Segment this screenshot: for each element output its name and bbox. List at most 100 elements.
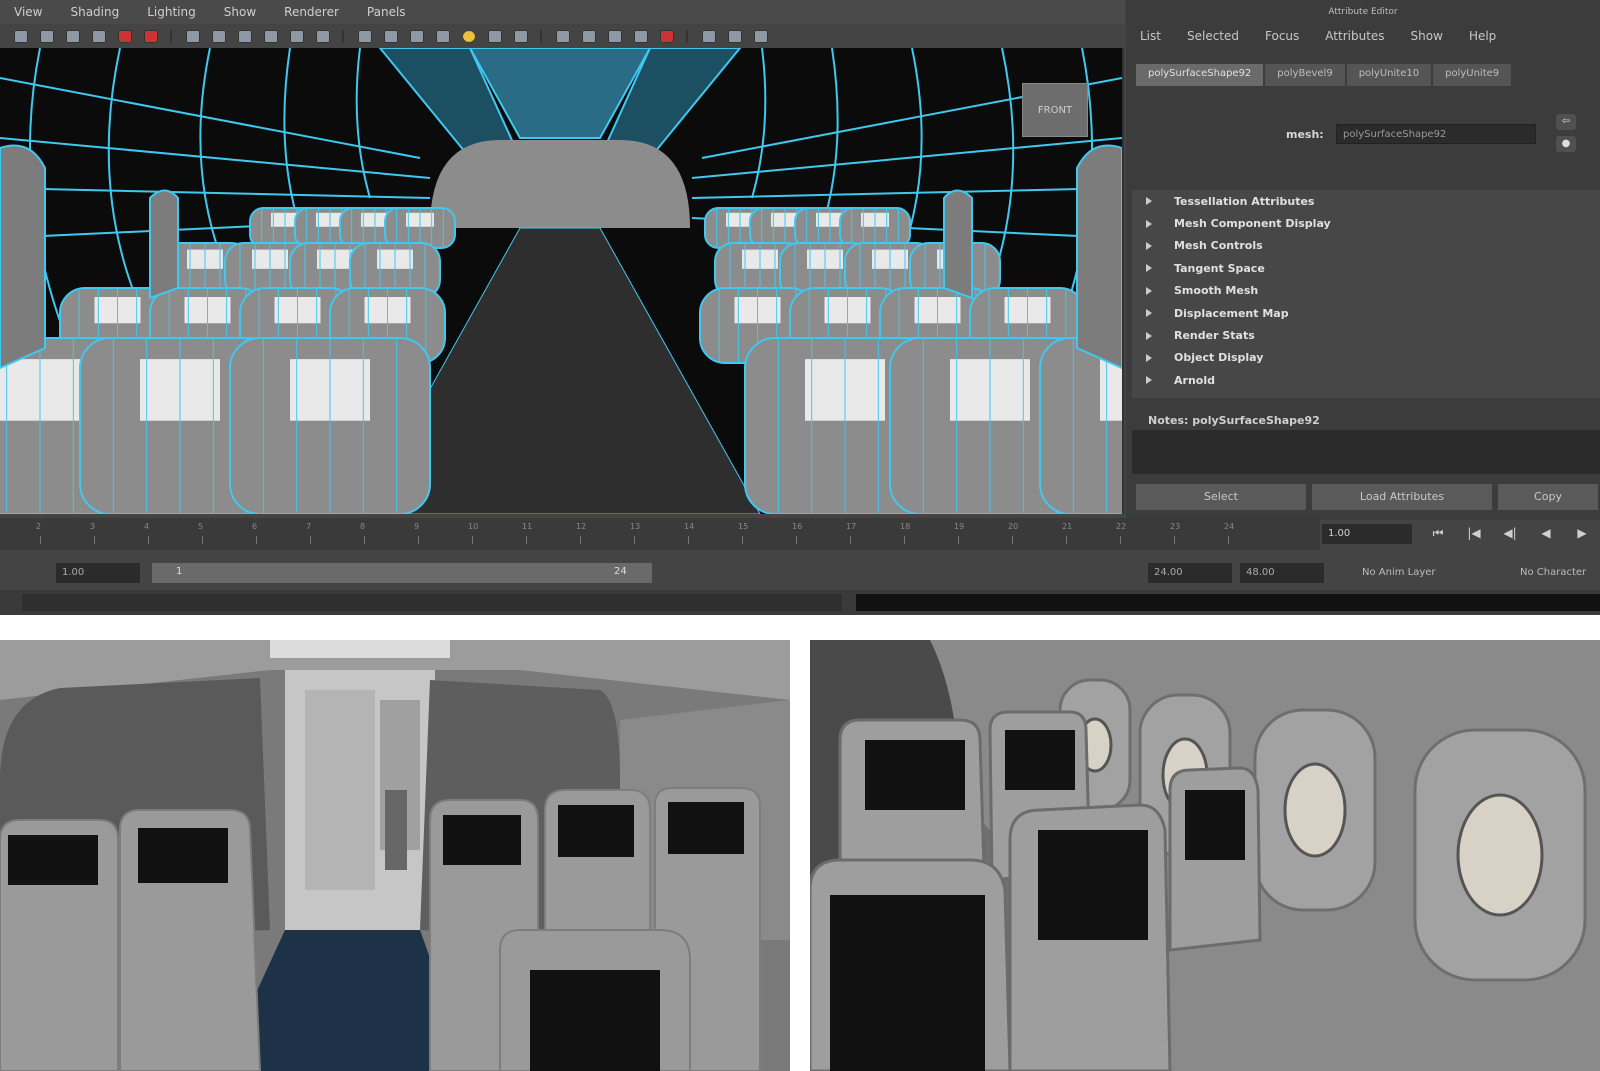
rear-bulkhead xyxy=(430,140,690,228)
menu-view[interactable]: View xyxy=(14,5,42,19)
aisle-render-image xyxy=(0,640,790,1071)
command-input[interactable] xyxy=(22,594,842,611)
safe-action-icon[interactable] xyxy=(290,29,304,43)
exposure-icon[interactable] xyxy=(702,29,716,43)
expand-arrow-icon xyxy=(1146,264,1152,273)
share-icon[interactable] xyxy=(754,29,768,43)
section-mesh-component-display[interactable]: Mesh Component Display xyxy=(1132,212,1600,234)
section-displacement-map[interactable]: Displacement Map xyxy=(1132,302,1600,324)
section-object-display[interactable]: Object Display xyxy=(1132,347,1600,369)
cabin-wireframe-scene xyxy=(0,48,1122,514)
lights-icon[interactable] xyxy=(462,29,476,43)
tab-polyunite9[interactable]: polyUnite9 xyxy=(1433,64,1512,86)
presets-icon[interactable]: ● xyxy=(1556,136,1576,152)
section-arnold[interactable]: Arnold xyxy=(1132,369,1600,391)
load-attributes-button[interactable]: Load Attributes xyxy=(1312,484,1492,510)
menu-show[interactable]: Show xyxy=(1411,29,1443,43)
tab-polysurfaceshape92[interactable]: polySurfaceShape92 xyxy=(1136,64,1264,86)
section-render-stats[interactable]: Render Stats xyxy=(1132,324,1600,346)
xray-components-icon[interactable] xyxy=(634,29,648,43)
section-tessellation-attributes[interactable]: Tessellation Attributes xyxy=(1132,190,1600,212)
menu-show[interactable]: Show xyxy=(224,5,256,19)
notes-label: Notes: polySurfaceShape92 xyxy=(1148,414,1320,427)
menu-panels[interactable]: Panels xyxy=(367,5,406,19)
menu-help[interactable]: Help xyxy=(1469,29,1496,43)
focus-icon[interactable]: ⇦ xyxy=(1556,114,1576,130)
section-label: Tangent Space xyxy=(1174,261,1265,275)
3d-viewport[interactable]: FRONT xyxy=(0,48,1124,514)
viewport-toolbar xyxy=(0,24,1125,48)
image-plane-icon[interactable] xyxy=(92,29,106,43)
frame-tick xyxy=(148,536,149,544)
camera-lock-icon[interactable] xyxy=(660,29,674,43)
view-cube[interactable]: FRONT xyxy=(1022,83,1088,137)
command-line xyxy=(0,590,1600,615)
camera-attributes-icon[interactable] xyxy=(40,29,54,43)
menu-selected[interactable]: Selected xyxy=(1187,29,1239,43)
isolate-select-icon[interactable] xyxy=(556,29,570,43)
frame-tick xyxy=(796,536,797,544)
step-back-key-button[interactable]: |◀ xyxy=(1456,526,1492,541)
frame-tick-label: 23 xyxy=(1170,522,1181,531)
menu-lighting[interactable]: Lighting xyxy=(147,5,196,19)
play-backwards-button[interactable]: ◀ xyxy=(1528,526,1564,541)
expand-arrow-icon xyxy=(1146,353,1152,362)
frame-tick xyxy=(310,536,311,544)
maya-window: View Shading Lighting Show Renderer Pane… xyxy=(0,0,1600,615)
copy-tab-button[interactable]: Copy xyxy=(1498,484,1598,510)
character-set-label[interactable]: No Character xyxy=(1520,567,1586,578)
section-label: Smooth Mesh xyxy=(1174,284,1259,298)
tab-polyunite10[interactable]: polyUnite10 xyxy=(1346,64,1432,86)
play-forwards-button[interactable]: ▶ xyxy=(1564,526,1600,541)
anim-layer-label[interactable]: No Anim Layer xyxy=(1362,567,1436,578)
render-aisle-view xyxy=(0,640,790,1071)
node-tabs: polySurfaceShape92 polyBevel9 polyUnite1… xyxy=(1136,64,1513,86)
film-gate-icon[interactable] xyxy=(212,29,226,43)
select-camera-icon[interactable] xyxy=(14,29,28,43)
shadows-icon[interactable] xyxy=(488,29,502,43)
field-chart-icon[interactable] xyxy=(264,29,278,43)
menu-list[interactable]: List xyxy=(1140,29,1161,43)
tab-polybevel9[interactable]: polyBevel9 xyxy=(1265,64,1345,86)
menu-renderer[interactable]: Renderer xyxy=(284,5,339,19)
attribute-editor-buttons: Select Load Attributes Copy xyxy=(1136,484,1600,510)
go-to-start-button[interactable]: ⏮ xyxy=(1420,526,1456,541)
grid-icon[interactable] xyxy=(186,29,200,43)
anim-end-field[interactable]: 48.00 xyxy=(1240,563,1324,583)
frame-tick xyxy=(202,536,203,544)
textured-icon[interactable] xyxy=(436,29,450,43)
grease-pencil-icon[interactable] xyxy=(118,29,132,43)
wireframe-icon[interactable] xyxy=(358,29,372,43)
end-time-field[interactable]: 24.00 xyxy=(1148,563,1232,583)
time-slider[interactable]: 2 3 4 5 6 7 8 9 10 11 12 13 14 15 16 17 18 19 20 21 22 23 24 xyxy=(0,518,1320,550)
resolution-gate-icon[interactable] xyxy=(144,29,158,43)
menu-focus[interactable]: Focus xyxy=(1265,29,1299,43)
toolbar-divider xyxy=(540,29,542,43)
expand-arrow-icon xyxy=(1146,376,1152,385)
xray-icon[interactable] xyxy=(582,29,596,43)
notes-textarea[interactable] xyxy=(1132,430,1600,474)
mesh-name-field[interactable]: polySurfaceShape92 xyxy=(1336,124,1536,144)
step-back-frame-button[interactable]: ◀| xyxy=(1492,526,1528,541)
section-smooth-mesh[interactable]: Smooth Mesh xyxy=(1132,280,1600,302)
menu-attributes[interactable]: Attributes xyxy=(1325,29,1384,43)
smooth-shade-icon[interactable] xyxy=(384,29,398,43)
gamma-icon[interactable] xyxy=(728,29,742,43)
range-bar[interactable]: 1 24 xyxy=(152,563,652,583)
frame-tick xyxy=(364,536,365,544)
menu-shading[interactable]: Shading xyxy=(70,5,119,19)
frame-tick-label: 13 xyxy=(630,522,641,531)
section-mesh-controls[interactable]: Mesh Controls xyxy=(1132,235,1600,257)
section-tangent-space[interactable]: Tangent Space xyxy=(1132,257,1600,279)
ambient-occlusion-icon[interactable] xyxy=(514,29,528,43)
current-time-field[interactable]: 1.00 xyxy=(1322,524,1412,544)
start-time-field[interactable]: 1.00 xyxy=(56,563,140,583)
select-button[interactable]: Select xyxy=(1136,484,1306,510)
gate-mask-icon[interactable] xyxy=(238,29,252,43)
range-slider: 1.00 1 24 24.00 48.00 No Anim Layer No C… xyxy=(0,560,1600,586)
bookmark-icon[interactable] xyxy=(66,29,80,43)
safe-title-icon[interactable] xyxy=(316,29,330,43)
xray-joints-icon[interactable] xyxy=(608,29,622,43)
wireframe-on-shaded-icon[interactable] xyxy=(410,29,424,43)
attribute-editor-title: Attribute Editor xyxy=(1328,7,1398,17)
